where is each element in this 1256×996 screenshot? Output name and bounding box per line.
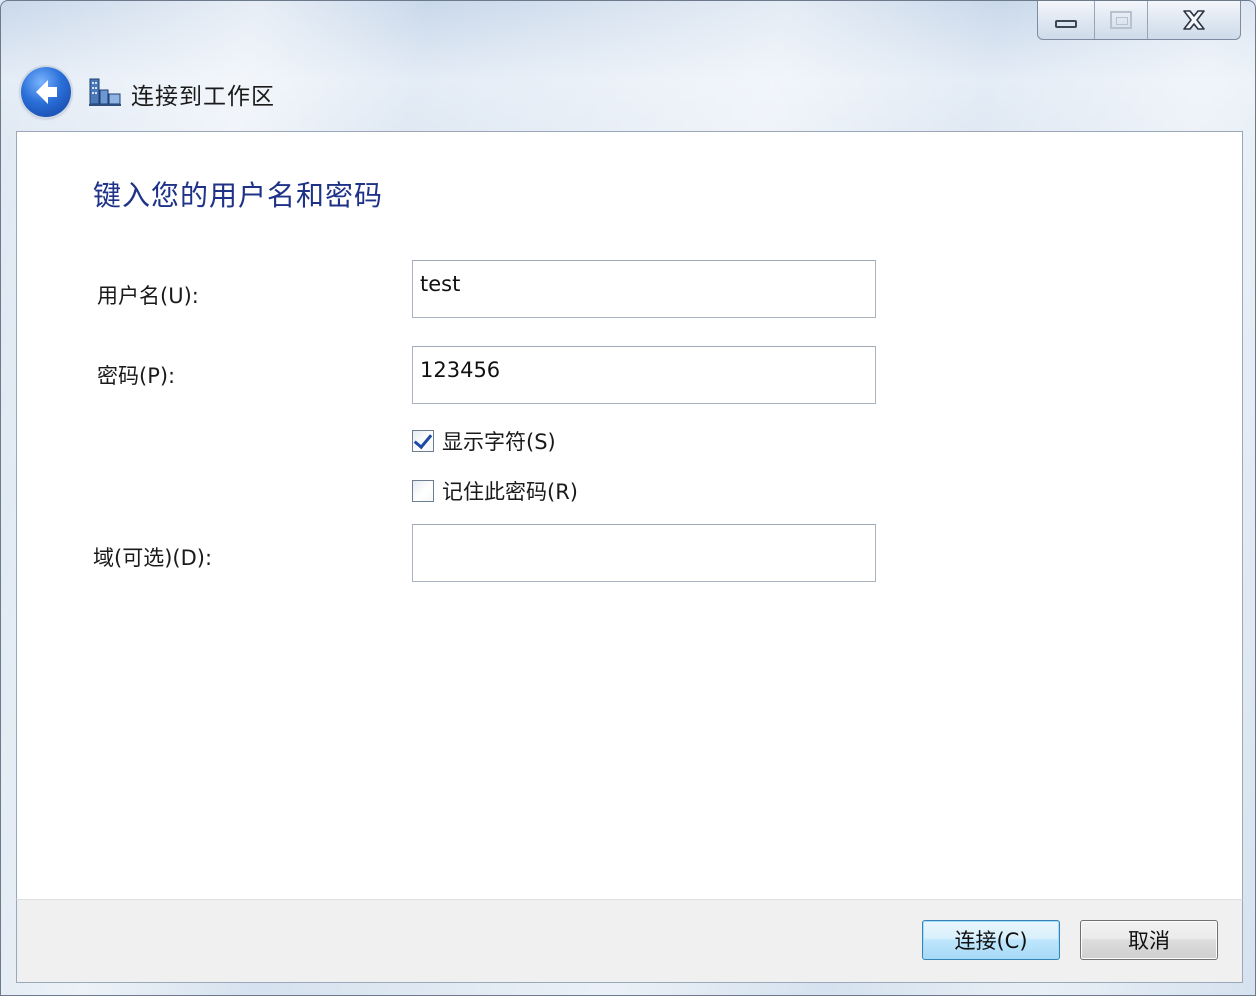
cancel-button[interactable]: 取消	[1080, 920, 1218, 960]
domain-input[interactable]	[412, 524, 876, 582]
window-title: 连接到工作区	[131, 84, 275, 110]
remember-password-checkbox[interactable]	[412, 480, 434, 502]
domain-label: 域(可选)(D):	[93, 546, 213, 570]
username-label: 用户名(U):	[97, 284, 199, 308]
close-button[interactable]	[1148, 1, 1240, 39]
username-input[interactable]: test	[412, 260, 876, 318]
minimize-icon	[1055, 20, 1077, 28]
password-label: 密码(P):	[97, 364, 176, 388]
connect-button[interactable]: 连接(C)	[922, 920, 1060, 960]
maximize-button[interactable]	[1095, 1, 1148, 39]
remember-password-option[interactable]: 记住此密码(R)	[412, 476, 578, 506]
dialog-window: 连接到工作区 键入您的用户名和密码 用户名(U): test 密码(P): 12…	[0, 0, 1256, 996]
content-panel: 键入您的用户名和密码 用户名(U): test 密码(P): 123456 显示…	[16, 131, 1243, 900]
back-button[interactable]	[21, 67, 71, 117]
workplace-connection-icon	[89, 78, 121, 106]
maximize-icon	[1110, 11, 1132, 29]
caption-buttons	[1037, 1, 1241, 40]
page-heading: 键入您的用户名和密码	[93, 179, 384, 212]
minimize-button[interactable]	[1038, 1, 1095, 39]
back-arrow-icon	[36, 80, 57, 104]
header-bar: 连接到工作区	[1, 41, 1255, 131]
password-input[interactable]: 123456	[412, 346, 876, 404]
remember-password-label: 记住此密码(R)	[442, 480, 578, 504]
show-characters-label: 显示字符(S)	[442, 430, 556, 454]
footer-panel: 连接(C) 取消	[16, 899, 1243, 983]
close-icon	[1183, 10, 1205, 30]
show-characters-checkbox[interactable]	[412, 430, 434, 452]
show-characters-option[interactable]: 显示字符(S)	[412, 426, 556, 456]
